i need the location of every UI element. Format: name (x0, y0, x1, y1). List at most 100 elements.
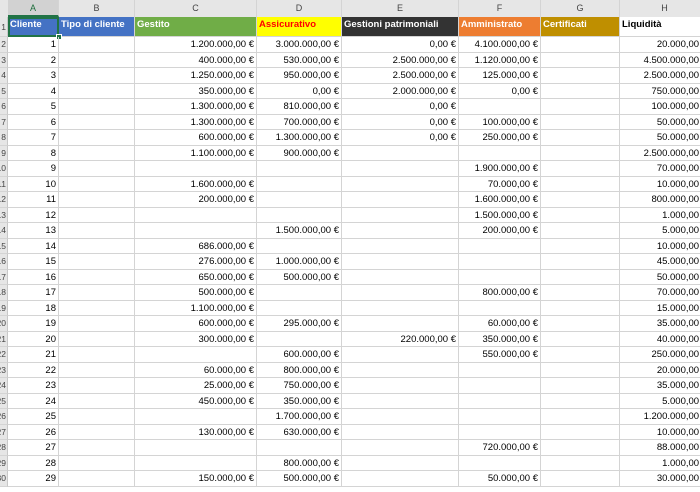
data-cell[interactable] (342, 192, 459, 208)
data-cell[interactable] (541, 300, 620, 316)
data-cell[interactable]: 630.000,00 € (257, 424, 342, 440)
data-cell[interactable] (342, 409, 459, 425)
data-cell[interactable] (257, 176, 342, 192)
data-cell[interactable]: 29 (8, 471, 59, 487)
row-header[interactable]: 27 (0, 424, 8, 440)
data-cell[interactable]: 10.000,00 € (620, 239, 700, 254)
row-header[interactable]: 2 (0, 37, 8, 53)
column-header-g[interactable]: G (541, 0, 620, 17)
data-cell[interactable]: 0,00 € (342, 37, 459, 53)
data-cell[interactable] (342, 238, 459, 254)
data-cell[interactable]: 800.000,00 € (620, 192, 700, 208)
data-cell[interactable]: 1.300.000,00 € (135, 99, 257, 115)
row-header[interactable]: 28 (0, 440, 8, 456)
data-cell[interactable]: 50.000,00 € (620, 130, 700, 146)
data-cell[interactable] (459, 238, 541, 254)
data-cell[interactable] (257, 300, 342, 316)
data-cell[interactable] (541, 52, 620, 68)
data-cell[interactable] (541, 424, 620, 440)
data-cell[interactable] (541, 316, 620, 332)
data-cell[interactable] (342, 316, 459, 332)
data-cell[interactable]: 800.000,00 € (459, 285, 541, 301)
data-cell[interactable] (342, 455, 459, 471)
data-cell[interactable] (59, 331, 135, 347)
data-cell[interactable] (135, 207, 257, 223)
data-cell[interactable]: 600.000,00 € (135, 316, 257, 332)
column-header-c[interactable]: C (135, 0, 257, 17)
data-cell[interactable]: 500.000,00 € (135, 285, 257, 301)
data-cell[interactable] (541, 223, 620, 239)
row-header[interactable]: 19 (0, 300, 8, 316)
data-cell[interactable]: 40.000,00 € (620, 332, 700, 347)
data-cell[interactable]: 500.000,00 € (257, 269, 342, 285)
data-cell[interactable]: 0,00 € (342, 99, 459, 115)
spreadsheet-grid[interactable]: ABCDEFGH12345678910111213141516171819202… (0, 0, 700, 492)
data-cell[interactable]: 125.000,00 € (459, 68, 541, 84)
data-cell[interactable]: 810.000,00 € (257, 99, 342, 115)
data-cell[interactable] (59, 471, 135, 487)
column-header-f[interactable]: F (459, 0, 541, 17)
data-cell[interactable] (257, 285, 342, 301)
data-cell[interactable]: 450.000,00 € (135, 393, 257, 409)
data-cell[interactable] (135, 455, 257, 471)
data-cell[interactable]: 720.000,00 € (459, 440, 541, 456)
data-cell[interactable]: 2.000.000,00 € (342, 83, 459, 99)
data-cell[interactable]: 17 (8, 285, 59, 301)
row-header[interactable]: 23 (0, 362, 8, 378)
row-header[interactable]: 12 (0, 192, 8, 208)
data-cell[interactable]: 350.000,00 € (459, 331, 541, 347)
data-cell[interactable] (459, 409, 541, 425)
column-header-d[interactable]: D (257, 0, 342, 17)
data-cell[interactable]: 60.000,00 € (135, 362, 257, 378)
data-cell[interactable]: 30.000,00 € (620, 471, 700, 487)
data-cell[interactable] (257, 238, 342, 254)
data-cell[interactable]: 26 (8, 424, 59, 440)
data-cell[interactable]: 150.000,00 € (135, 471, 257, 487)
data-cell[interactable] (459, 99, 541, 115)
data-cell[interactable] (541, 393, 620, 409)
data-cell[interactable] (342, 300, 459, 316)
data-cell[interactable]: 15 (8, 254, 59, 270)
data-cell[interactable]: 276.000,00 € (135, 254, 257, 270)
data-cell[interactable]: 1.200.000,00 € (135, 37, 257, 53)
data-cell[interactable] (541, 68, 620, 84)
data-cell[interactable]: 800.000,00 € (257, 362, 342, 378)
data-cell[interactable] (459, 145, 541, 161)
data-cell[interactable]: 20 (8, 331, 59, 347)
row-header[interactable]: 20 (0, 316, 8, 332)
data-cell[interactable]: 12 (8, 207, 59, 223)
data-cell[interactable]: 350.000,00 € (135, 83, 257, 99)
data-cell[interactable]: 1.000,00 € (620, 456, 700, 471)
data-cell[interactable]: 300.000,00 € (135, 331, 257, 347)
data-cell[interactable]: 7 (8, 130, 59, 146)
data-cell[interactable] (459, 362, 541, 378)
data-cell[interactable] (59, 409, 135, 425)
data-cell[interactable]: 600.000,00 € (135, 130, 257, 146)
data-cell[interactable] (342, 285, 459, 301)
data-cell[interactable] (59, 130, 135, 146)
data-cell[interactable]: 19 (8, 316, 59, 332)
data-cell[interactable] (257, 207, 342, 223)
data-cell[interactable]: 1.600.000,00 € (459, 192, 541, 208)
data-cell[interactable]: 750.000,00 € (257, 378, 342, 394)
data-cell[interactable]: 60.000,00 € (459, 316, 541, 332)
data-cell[interactable] (59, 362, 135, 378)
column-header-e[interactable]: E (342, 0, 459, 17)
row-header[interactable]: 29 (0, 455, 8, 471)
data-cell[interactable] (541, 285, 620, 301)
data-cell[interactable] (59, 207, 135, 223)
data-cell[interactable]: 2.500.000,00 € (342, 68, 459, 84)
data-cell[interactable]: 70.000,00 € (459, 176, 541, 192)
data-cell[interactable] (541, 331, 620, 347)
data-cell[interactable] (342, 223, 459, 239)
data-cell[interactable]: 1.120.000,00 € (459, 52, 541, 68)
row-header[interactable]: 22 (0, 347, 8, 363)
data-cell[interactable] (257, 440, 342, 456)
header-cell-certificati[interactable]: Certificati (541, 17, 620, 37)
row-header[interactable]: 6 (0, 99, 8, 115)
data-cell[interactable]: 650.000,00 € (135, 269, 257, 285)
data-cell[interactable] (257, 331, 342, 347)
row-header[interactable]: 18 (0, 285, 8, 301)
data-cell[interactable] (59, 424, 135, 440)
data-cell[interactable]: 100.000,00 € (620, 99, 700, 115)
